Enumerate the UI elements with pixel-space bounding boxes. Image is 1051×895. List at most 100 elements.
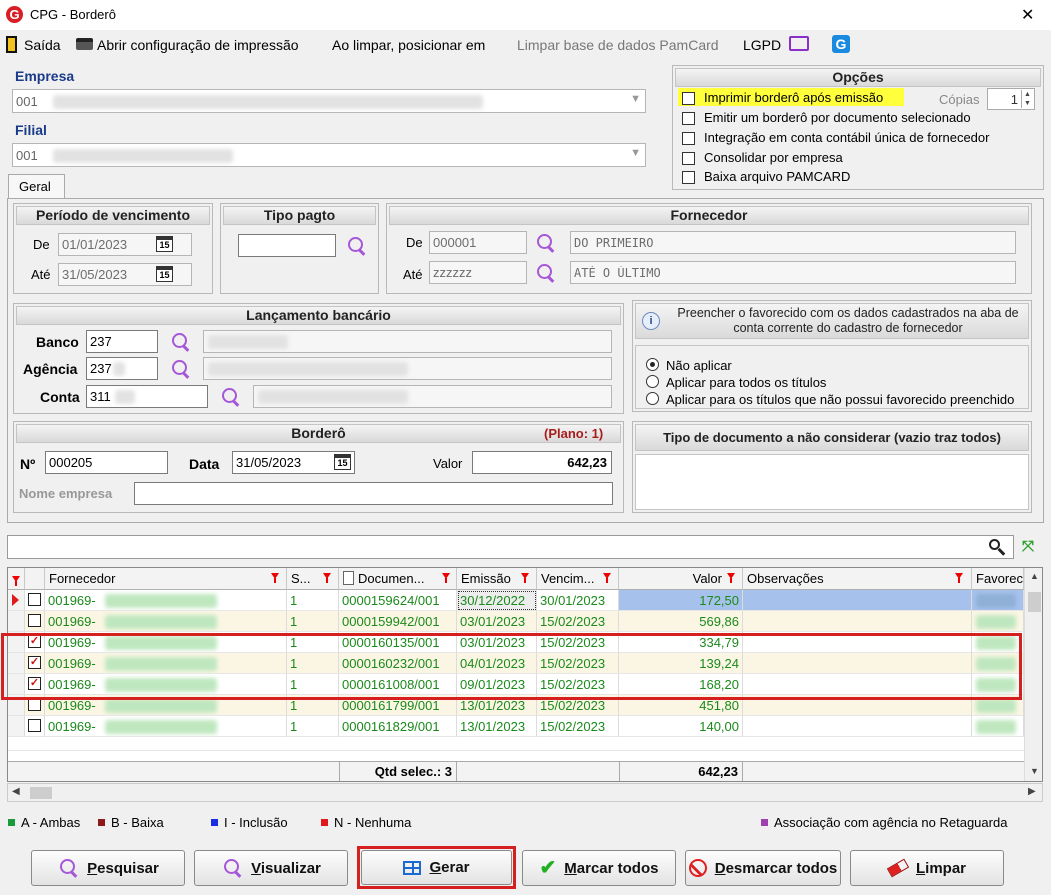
h-scroll-thumb[interactable] — [30, 787, 52, 799]
filter-icon[interactable] — [271, 573, 279, 583]
option-one-per-doc[interactable]: Emitir um borderô por documento selecion… — [704, 110, 971, 125]
col-documento[interactable]: Documen... — [339, 568, 457, 590]
lgpd-button[interactable]: LGPD — [743, 37, 781, 53]
limpar-button[interactable]: Limpar — [850, 850, 1004, 886]
grid-search-icon[interactable] — [988, 538, 1006, 556]
cell-fornecedor: 001969- — [45, 590, 287, 611]
row-checkbox-cell[interactable] — [25, 716, 45, 737]
tab-geral[interactable]: Geral — [8, 174, 65, 199]
favorecido-blurred — [976, 720, 1016, 734]
checkbox-single-account[interactable] — [682, 132, 695, 145]
row-checkbox-cell[interactable] — [25, 590, 45, 611]
scroll-thumb[interactable] — [1028, 592, 1041, 612]
filter-icon[interactable] — [955, 573, 963, 583]
marcar-todos-button[interactable]: ✔ Marcar todos — [522, 850, 676, 886]
calendar-icon[interactable]: 15 — [334, 454, 351, 470]
search-icon[interactable] — [169, 358, 191, 380]
vertical-scrollbar[interactable]: ▲ ▼ — [1024, 568, 1042, 781]
banco-input[interactable] — [86, 330, 158, 353]
option-consolidate[interactable]: Consolidar por empresa — [704, 150, 843, 165]
table-row[interactable]: 001969- 1 0000159942/001 03/01/2023 15/02/20… — [8, 611, 1024, 632]
checkbox-icon[interactable] — [28, 593, 41, 606]
print-config-button[interactable]: Abrir configuração de impressão — [97, 37, 299, 53]
footer-qtd-cell: Qtd selec.: 3 — [339, 762, 457, 781]
table-row[interactable]: 001969- 1 0000159624/001 30/12/2022 30/01/20… — [8, 590, 1024, 611]
col-fornecedor[interactable]: Fornecedor — [45, 568, 287, 590]
filter-icon[interactable] — [442, 573, 450, 583]
grid-search-bar[interactable] — [7, 535, 1014, 559]
checkbox-icon[interactable] — [28, 614, 41, 627]
visualizar-button[interactable]: Visualizar — [194, 850, 348, 886]
filter-icon[interactable] — [521, 573, 529, 583]
option-aplicar-todos[interactable]: Aplicar para todos os títulos — [666, 375, 826, 390]
copies-stepper[interactable]: 1 ▲ ▼ — [987, 88, 1035, 110]
filial-select[interactable]: 001 ▼ — [12, 143, 646, 167]
search-icon[interactable] — [219, 386, 241, 408]
conta-field[interactable]: 311 — [86, 385, 208, 408]
table-icon — [403, 860, 422, 875]
option-pamcard[interactable]: Baixa arquivo PAMCARD — [704, 169, 850, 184]
g-app-icon[interactable]: G — [832, 35, 850, 53]
col-s[interactable]: S... — [287, 568, 339, 590]
checkbox-icon[interactable] — [28, 719, 41, 732]
search-icon[interactable] — [169, 331, 191, 353]
cell-vencimento: 15/02/2023 — [537, 716, 619, 737]
close-icon[interactable]: ✕ — [1021, 5, 1034, 25]
scroll-right-icon[interactable]: ▶ — [1028, 786, 1036, 797]
banco-blurred — [208, 335, 288, 349]
monitor-icon[interactable] — [789, 36, 809, 51]
calendar-icon[interactable]: 15 — [156, 266, 173, 282]
bordero-nome-input[interactable] — [134, 482, 613, 505]
checkbox-print-after[interactable] — [682, 92, 695, 105]
fornecedor-de-code[interactable] — [429, 231, 527, 254]
option-single-account[interactable]: Integração em conta contábil única de fo… — [704, 130, 989, 145]
stepper-arrows-icon[interactable]: ▲ ▼ — [1021, 90, 1033, 108]
checkbox-pamcard[interactable] — [682, 171, 695, 184]
tipo-doc-list[interactable] — [635, 454, 1029, 510]
scroll-left-icon[interactable]: ◀ — [12, 786, 20, 797]
exit-button[interactable]: Saída — [24, 37, 61, 53]
filter-icon[interactable] — [12, 576, 20, 586]
desmarcar-todos-button[interactable]: Desmarcar todos — [685, 850, 841, 886]
expand-icon[interactable]: ⤧ — [1018, 537, 1038, 557]
scroll-down-icon[interactable]: ▼ — [1030, 766, 1039, 776]
agencia-field[interactable]: 237 — [86, 357, 158, 380]
agencia-value: 237 — [90, 361, 112, 376]
filter-icon[interactable] — [603, 573, 611, 583]
col-emissao[interactable]: Emissão — [457, 568, 537, 590]
bordero-num-input[interactable] — [45, 451, 168, 474]
col-vencimento[interactable]: Vencim... — [537, 568, 619, 590]
search-icon[interactable] — [534, 232, 556, 254]
radio-nao-aplicar[interactable] — [646, 358, 659, 371]
empresa-select[interactable]: 001 ▼ — [12, 89, 646, 113]
tipo-pagto-input[interactable] — [238, 234, 336, 257]
calendar-icon[interactable]: 15 — [156, 236, 173, 252]
radio-aplicar-todos[interactable] — [646, 375, 659, 388]
empresa-label: Empresa — [15, 68, 75, 84]
scroll-up-icon[interactable]: ▲ — [1030, 571, 1039, 581]
col-favorecido[interactable]: Favorec — [972, 568, 1024, 590]
legend-label: N - Nenhuma — [334, 815, 412, 830]
checkmark-icon: ✔ — [539, 857, 557, 879]
checkbox-consolidate[interactable] — [682, 152, 695, 165]
table-row[interactable]: 001969- 1 0000161829/001 13/01/2023 15/02/20… — [8, 716, 1024, 737]
col-valor[interactable]: Valor — [619, 568, 743, 590]
document-icon — [343, 571, 354, 585]
col-observacoes[interactable]: Observações — [743, 568, 972, 590]
filter-icon[interactable] — [727, 573, 735, 583]
option-nao-aplicar[interactable]: Não aplicar — [666, 358, 732, 373]
gerar-button[interactable]: Gerar — [361, 850, 512, 885]
row-checkbox-cell[interactable] — [25, 611, 45, 632]
option-aplicar-sem-favorecido[interactable]: Aplicar para os títulos que não possui f… — [666, 392, 1014, 407]
search-icon[interactable] — [345, 235, 367, 257]
horizontal-scrollbar[interactable]: ◀ ▶ — [7, 783, 1043, 802]
clear-position-button[interactable]: Ao limpar, posicionar em — [332, 37, 485, 53]
filter-icon[interactable] — [323, 573, 331, 583]
pesquisar-button[interactable]: Pesquisar — [31, 850, 185, 886]
checkbox-one-per-doc[interactable] — [682, 112, 695, 125]
search-icon[interactable] — [534, 262, 556, 284]
option-print-after[interactable]: Imprimir borderô após emissão — [704, 90, 883, 105]
fornecedor-ate-code[interactable] — [429, 261, 527, 284]
legend-swatch — [8, 819, 15, 826]
radio-aplicar-sem-favorecido[interactable] — [646, 392, 659, 405]
